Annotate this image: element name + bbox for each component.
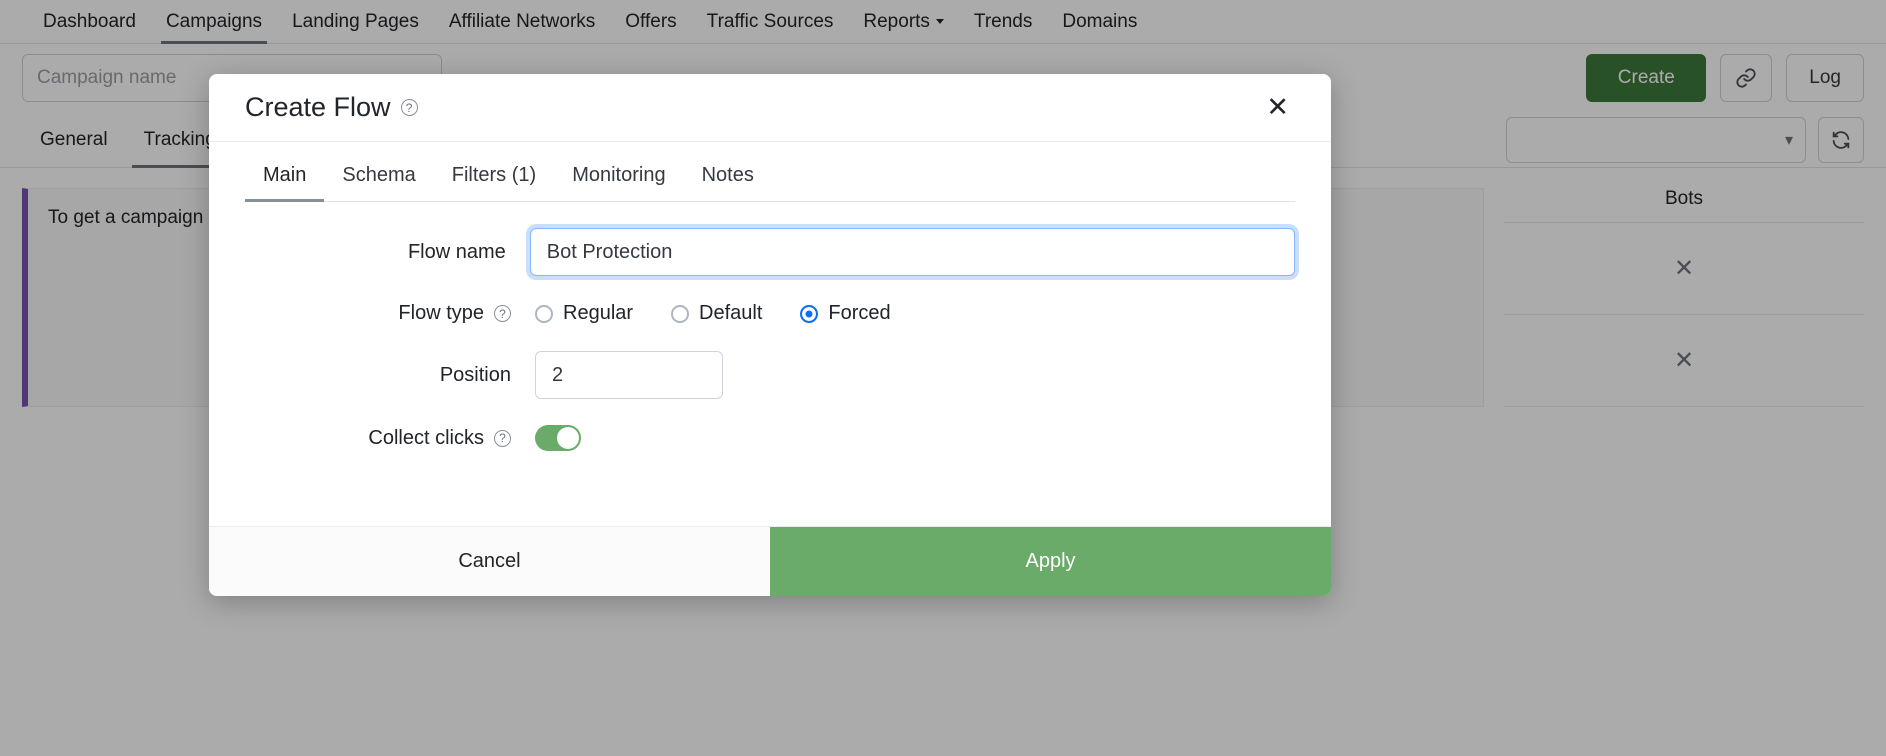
- radio-indicator: [671, 304, 690, 323]
- cancel-button-label: Cancel: [458, 550, 521, 572]
- flow-name-label: Flow name: [245, 241, 530, 264]
- radio-label: Forced: [828, 302, 891, 324]
- tab-monitoring[interactable]: Monitoring: [554, 150, 683, 201]
- modal-title: Create Flow: [245, 92, 391, 122]
- help-circle-icon[interactable]: ?: [400, 99, 418, 116]
- position-label: Position: [245, 364, 535, 387]
- radio-label: Default: [699, 302, 763, 324]
- modal-body[interactable]: Main Schema Filters (1) Monitoring Notes…: [209, 142, 1331, 526]
- apply-button[interactable]: Apply: [770, 527, 1331, 596]
- tab-label: Schema: [342, 164, 416, 186]
- tab-label: Monitoring: [572, 164, 666, 186]
- collect-clicks-row: Collect clicks ?: [245, 425, 1295, 451]
- cancel-button[interactable]: Cancel: [209, 527, 770, 596]
- modal-footer: Cancel Apply: [209, 526, 1331, 596]
- tab-main[interactable]: Main: [245, 150, 325, 202]
- tab-filters[interactable]: Filters (1): [434, 150, 554, 201]
- tab-label: Main: [263, 164, 307, 186]
- radio-flow-type-default[interactable]: Default: [671, 302, 762, 325]
- help-circle-icon[interactable]: ?: [494, 305, 511, 322]
- radio-flow-type-regular[interactable]: Regular: [535, 302, 633, 325]
- radio-label: Regular: [563, 302, 634, 324]
- flow-type-radio-group: Regular Default Forced: [535, 302, 891, 325]
- position-input[interactable]: [535, 351, 723, 399]
- collect-clicks-label-text: Collect clicks: [368, 426, 484, 449]
- position-label-text: Position: [439, 363, 511, 386]
- collect-clicks-label: Collect clicks ?: [245, 427, 535, 450]
- create-flow-modal: Create Flow ? ✕ Main Schema Filters (1) …: [209, 74, 1331, 596]
- position-row: Position: [245, 351, 1295, 399]
- flow-name-input[interactable]: [529, 228, 1295, 276]
- flow-type-label-text: Flow type: [398, 302, 484, 324]
- radio-indicator: [535, 304, 553, 323]
- modal-tabs: Main Schema Filters (1) Monitoring Notes: [245, 150, 1295, 202]
- flow-type-label: Flow type ?: [245, 302, 535, 325]
- flow-name-row: Flow name: [245, 228, 1295, 276]
- tab-label: Notes: [701, 164, 754, 186]
- apply-button-label: Apply: [1025, 550, 1076, 572]
- modal-header: Create Flow ? ✕: [209, 74, 1331, 142]
- modal-close-button[interactable]: ✕: [1260, 90, 1295, 125]
- radio-indicator: [800, 304, 819, 323]
- flow-type-row: Flow type ? Regular Default Forced: [245, 302, 1295, 325]
- tab-notes[interactable]: Notes: [684, 150, 772, 201]
- flow-name-label-text: Flow name: [407, 240, 506, 263]
- collect-clicks-toggle[interactable]: [535, 425, 581, 451]
- tab-label: Filters (1): [451, 164, 537, 186]
- tab-schema[interactable]: Schema: [324, 150, 433, 201]
- radio-flow-type-forced[interactable]: Forced: [800, 302, 891, 325]
- help-circle-icon[interactable]: ?: [494, 429, 511, 447]
- toggle-knob: [557, 427, 579, 449]
